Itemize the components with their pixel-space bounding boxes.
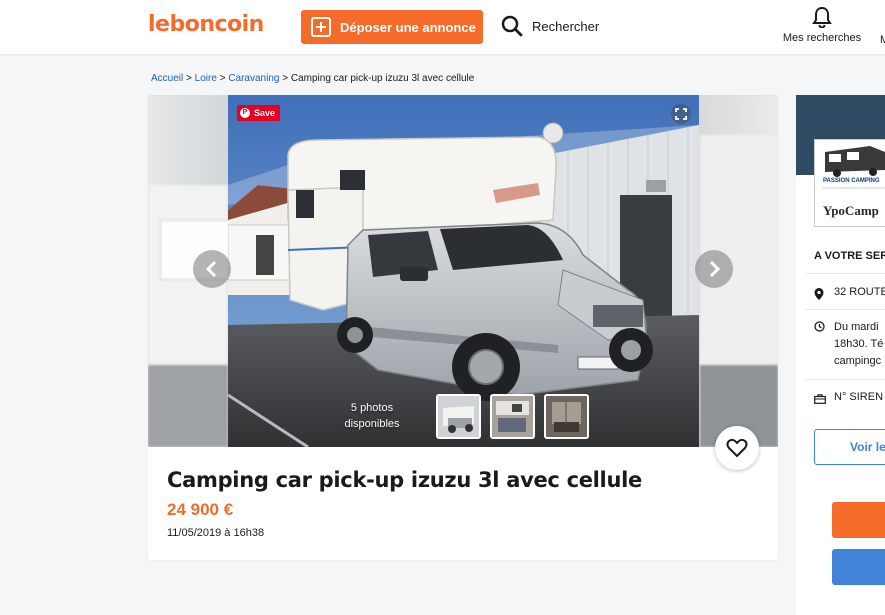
contact-orange-button[interactable] — [832, 502, 885, 538]
seller-logo-text-2: YpoCamp — [823, 203, 879, 218]
favorite-button[interactable] — [715, 426, 759, 470]
contact-blue-button[interactable] — [832, 549, 885, 585]
previous-photo-button[interactable] — [193, 250, 231, 288]
seller-hours-line-1: Du mardi — [834, 321, 879, 333]
breadcrumb-link-region[interactable]: Loire — [195, 73, 217, 84]
breadcrumb-separator: > — [279, 73, 291, 84]
breadcrumb-separator: > — [183, 73, 195, 84]
listing-title: Camping car pick-up izuzu 3l avec cellul… — [167, 468, 642, 492]
search-label: Rechercher — [532, 18, 600, 34]
seller-logo[interactable]: PASSION CAMPING YpoCamp — [814, 139, 885, 227]
seller-siren: N° SIREN — [834, 391, 884, 403]
header-edge-label[interactable]: M — [880, 34, 885, 46]
seller-hours-line-2: 18h30. Té — [834, 338, 884, 350]
heart-icon — [726, 438, 748, 457]
listing-price: 24 900 € — [167, 500, 234, 519]
chevron-right-icon — [709, 260, 721, 278]
my-searches-label: Mes recherches — [782, 32, 862, 44]
seller-hours-line-3: campingc — [834, 355, 882, 367]
pinterest-save-button[interactable]: P Save — [237, 105, 281, 121]
breadcrumb-link-home[interactable]: Accueil — [151, 73, 183, 84]
listing-card: P Save 5 photos disponibles Camping car … — [148, 95, 778, 560]
breadcrumb-current: Camping car pick-up izuzu 3l avec cellul… — [290, 73, 475, 84]
my-searches-button[interactable]: Mes recherches — [782, 6, 862, 44]
seller-logo-text-1: PASSION CAMPING — [823, 178, 880, 184]
fullscreen-icon[interactable] — [671, 104, 691, 124]
briefcase-icon — [814, 393, 826, 404]
post-ad-label: Déposer une annonce — [340, 19, 476, 35]
pinterest-icon: P — [240, 108, 250, 118]
breadcrumb-separator: > — [216, 73, 229, 84]
thumbnail-3[interactable] — [544, 394, 589, 439]
breadcrumb-link-category[interactable]: Caravaning — [228, 73, 279, 84]
search-icon — [501, 15, 523, 37]
top-header: leboncoin Déposer une annonce Rechercher… — [0, 0, 885, 54]
plus-icon — [311, 17, 331, 37]
chevron-left-icon — [205, 260, 217, 278]
photo-count-label: 5 photos disponibles — [344, 402, 400, 430]
bell-icon — [812, 6, 832, 28]
thumbnail-2[interactable] — [490, 394, 535, 439]
location-pin-icon — [814, 287, 824, 300]
search-button[interactable]: Rechercher — [500, 14, 599, 38]
next-photo-button[interactable] — [695, 250, 733, 288]
breadcrumb: Accueil > Loire > Caravaning > Camping c… — [151, 73, 474, 84]
photo-gallery: P Save 5 photos disponibles — [148, 95, 778, 447]
seller-address: 32 ROUTE — [834, 286, 885, 298]
seller-hours-row: Du mardi 18h30. Té campingc — [814, 319, 883, 370]
view-seller-button[interactable]: Voir le — [814, 429, 885, 465]
seller-panel: PASSION CAMPING YpoCamp A VOTRE SER 32 R… — [796, 95, 885, 615]
seller-heading: A VOTRE SER — [814, 250, 885, 262]
save-label: Save — [254, 108, 276, 118]
leboncoin-logo[interactable]: leboncoin — [148, 12, 264, 37]
listing-date: 11/05/2019 à 16h38 — [167, 527, 265, 539]
thumbnail-1[interactable] — [436, 394, 481, 439]
seller-siren-row: N° SIREN — [814, 389, 883, 406]
clock-icon — [814, 321, 825, 332]
post-ad-button[interactable]: Déposer une annonce — [301, 10, 483, 44]
seller-address-row: 32 ROUTE — [814, 284, 885, 301]
